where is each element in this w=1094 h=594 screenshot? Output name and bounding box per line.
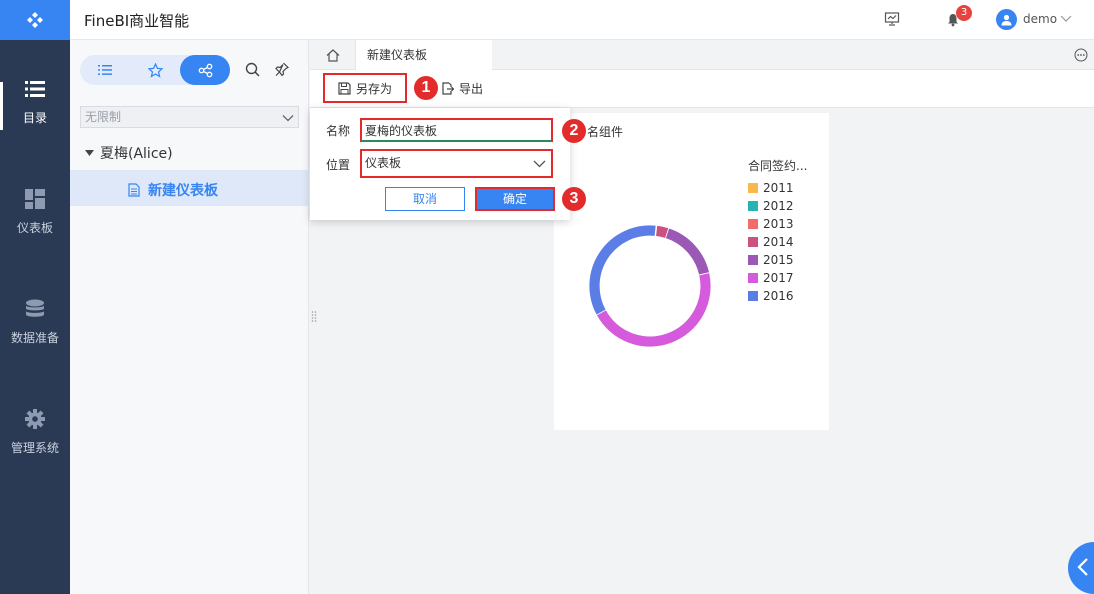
app-title: FineBI商业智能 bbox=[84, 12, 190, 30]
list-icon bbox=[98, 65, 112, 75]
rail-label-catalog: 目录 bbox=[22, 111, 47, 125]
step-marker-3: 3 bbox=[562, 187, 586, 211]
save-as-label: 另存为 bbox=[355, 81, 392, 96]
legend-swatch bbox=[748, 237, 758, 247]
legend-label: 2017 bbox=[763, 271, 794, 285]
rail-item-data-prep[interactable]: 数据准备 bbox=[0, 260, 70, 360]
more-icon[interactable] bbox=[1074, 48, 1088, 62]
legend-label: 2013 bbox=[763, 217, 794, 231]
legend-title: 合同签约... bbox=[748, 159, 808, 173]
donut-slice-2015[interactable] bbox=[664, 227, 711, 276]
view-mode-switch bbox=[80, 55, 230, 85]
caret-down-icon bbox=[85, 150, 94, 156]
legend-swatch bbox=[748, 201, 758, 211]
legend-label: 2014 bbox=[763, 235, 794, 249]
legend-item[interactable]: 2013 bbox=[748, 215, 794, 233]
legend-label: 2011 bbox=[763, 181, 794, 195]
tab-bar: 新建仪表板 bbox=[310, 40, 1094, 71]
tree-item-dashboard[interactable]: 新建仪表板 bbox=[128, 180, 218, 200]
resize-handle-icon[interactable] bbox=[311, 310, 317, 324]
logo[interactable] bbox=[0, 0, 70, 40]
database-icon bbox=[26, 299, 44, 317]
shared-button[interactable] bbox=[180, 55, 230, 85]
logo-icon bbox=[27, 12, 43, 28]
chart-widget[interactable]: 名组件 合同签约... 2011 2012 2013 2014 2015 2017 2016 bbox=[554, 113, 829, 430]
dashboard-icon bbox=[25, 189, 45, 209]
step-marker-1: 1 bbox=[414, 76, 438, 100]
donut-chart bbox=[588, 224, 712, 348]
export-button[interactable]: 导出 bbox=[442, 80, 483, 97]
favorites-button[interactable] bbox=[130, 55, 180, 85]
legend-label: 2016 bbox=[763, 289, 794, 303]
chart-legend: 2011 2012 2013 2014 2015 2017 2016 bbox=[748, 179, 794, 305]
legend-item[interactable]: 2011 bbox=[748, 179, 794, 197]
tab-home[interactable] bbox=[310, 40, 356, 70]
main-area: 新建仪表板 另存为 1 导出 名组件 合同签约... 2011 2012 201… bbox=[310, 40, 1094, 594]
export-icon bbox=[442, 82, 454, 95]
cancel-button[interactable]: 取消 bbox=[385, 187, 465, 211]
name-input[interactable] bbox=[360, 118, 553, 142]
legend-swatch bbox=[748, 219, 758, 229]
list-icon bbox=[25, 81, 45, 97]
directory-panel: 无限制 夏梅(Alice) 新建仪表板 bbox=[70, 40, 309, 594]
confirm-button[interactable]: 确定 bbox=[475, 187, 555, 211]
legend-item[interactable]: 2016 bbox=[748, 287, 794, 305]
gear-icon bbox=[25, 409, 45, 429]
legend-item[interactable]: 2015 bbox=[748, 251, 794, 269]
save-icon bbox=[338, 81, 351, 95]
legend-label: 2015 bbox=[763, 253, 794, 267]
legend-swatch bbox=[748, 273, 758, 283]
step-marker-2: 2 bbox=[562, 119, 586, 143]
legend-item[interactable]: 2014 bbox=[748, 233, 794, 251]
document-icon bbox=[128, 183, 140, 197]
star-icon bbox=[147, 62, 163, 78]
search-icon[interactable] bbox=[245, 62, 260, 77]
app-root: FineBI商业智能 3 demo 目录 仪表板 数据准备 管理系统 无限制 夏… bbox=[0, 0, 1094, 594]
save-as-dialog: 名称 位置 仪表板 取消 确定 bbox=[310, 108, 570, 220]
chevron-left-icon bbox=[1077, 558, 1088, 576]
rail-item-admin[interactable]: 管理系统 bbox=[0, 370, 70, 470]
tab-dashboard[interactable]: 新建仪表板 bbox=[356, 40, 492, 71]
pin-icon[interactable] bbox=[275, 62, 289, 77]
left-nav-rail: 目录 仪表板 数据准备 管理系统 bbox=[0, 40, 70, 594]
chevron-down-icon[interactable] bbox=[1060, 12, 1072, 24]
location-value: 仪表板 bbox=[365, 156, 402, 170]
avatar[interactable] bbox=[996, 9, 1017, 30]
rail-item-catalog[interactable]: 目录 bbox=[0, 40, 70, 140]
rail-label-admin: 管理系统 bbox=[10, 441, 59, 455]
user-name[interactable]: demo bbox=[1023, 12, 1057, 26]
filter-value: 无限制 bbox=[85, 110, 122, 124]
user-icon bbox=[1001, 14, 1012, 26]
filter-select[interactable]: 无限制 bbox=[80, 106, 299, 128]
chevron-down-icon bbox=[533, 160, 546, 168]
chevron-down-icon bbox=[282, 115, 294, 122]
legend-swatch bbox=[748, 183, 758, 193]
widget-title: 名组件 bbox=[587, 125, 624, 139]
tree-node-user[interactable]: 夏梅(Alice) bbox=[85, 143, 173, 163]
rail-label-dashboard: 仪表板 bbox=[16, 221, 53, 235]
rail-label-data-prep: 数据准备 bbox=[10, 331, 59, 345]
legend-item[interactable]: 2012 bbox=[748, 197, 794, 215]
donut-slice-2017[interactable] bbox=[595, 272, 712, 348]
tree-item-label: 新建仪表板 bbox=[148, 183, 218, 199]
save-as-button[interactable]: 另存为 bbox=[323, 73, 407, 103]
legend-item[interactable]: 2017 bbox=[748, 269, 794, 287]
legend-swatch bbox=[748, 291, 758, 301]
list-view-button[interactable] bbox=[80, 55, 130, 85]
toolbar: 另存为 1 导出 bbox=[310, 70, 1094, 108]
location-label: 位置 bbox=[326, 158, 351, 172]
share-icon bbox=[198, 63, 212, 77]
presentation-icon[interactable] bbox=[884, 11, 900, 27]
donut-slice-2016[interactable] bbox=[588, 224, 657, 316]
location-select[interactable]: 仪表板 bbox=[360, 149, 553, 178]
top-bar: FineBI商业智能 3 demo bbox=[0, 0, 1094, 40]
legend-label: 2012 bbox=[763, 199, 794, 213]
export-label: 导出 bbox=[459, 82, 484, 96]
rail-item-dashboard[interactable]: 仪表板 bbox=[0, 150, 70, 250]
notification-badge: 3 bbox=[956, 5, 972, 21]
home-icon bbox=[326, 48, 339, 62]
name-label: 名称 bbox=[326, 124, 351, 138]
tree-node-user-label: 夏梅(Alice) bbox=[100, 146, 173, 162]
legend-swatch bbox=[748, 255, 758, 265]
